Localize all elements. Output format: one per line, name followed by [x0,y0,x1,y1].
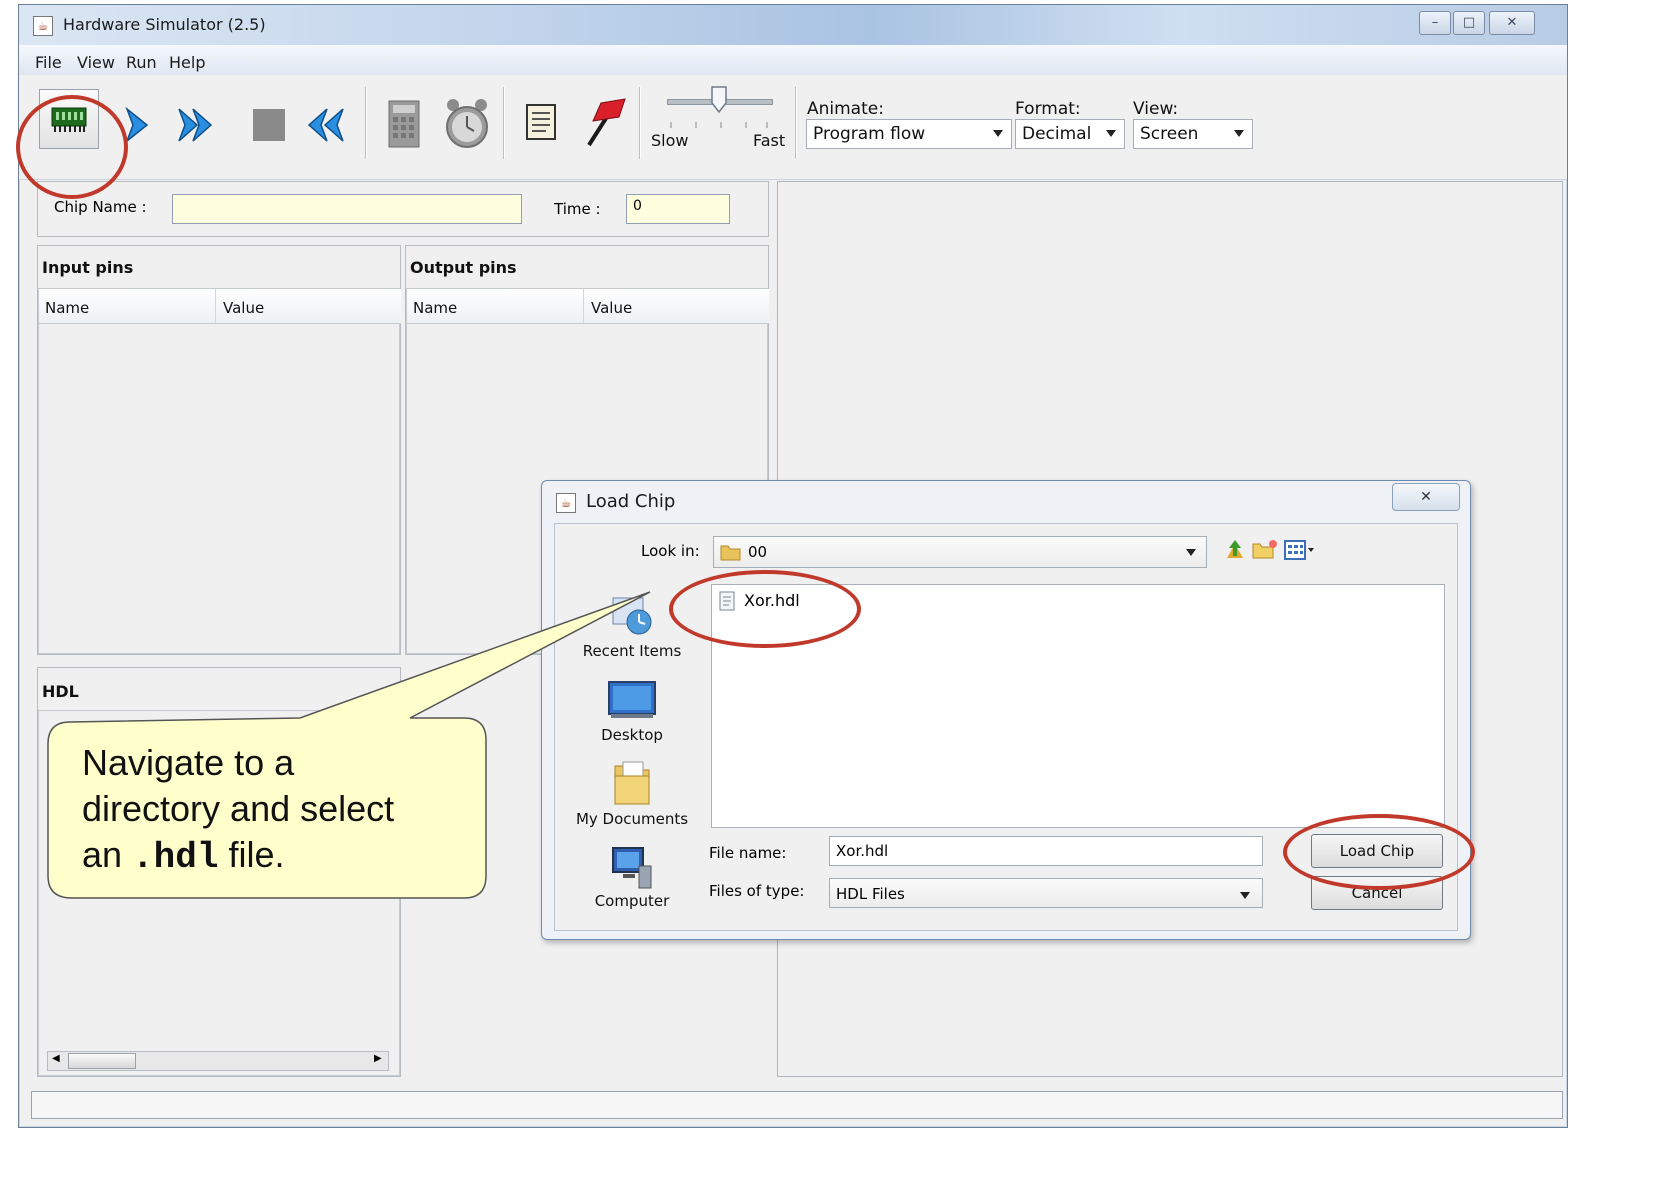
callout-line-2: directory and select [82,788,395,829]
callout-text: Navigate to a directory and select an .h… [82,740,462,881]
callout-line-1: Navigate to a [82,742,295,783]
callout-code: .hdl [132,837,219,878]
highlight-load-chip-ellipse [16,95,128,199]
callout-line-3-pre: an [82,834,133,875]
highlight-file-ellipse [669,570,861,648]
highlight-load-button-ellipse [1283,814,1475,890]
callout-line-3: an .hdl file. [82,832,462,881]
callout-line-3-post: file. [218,834,285,875]
